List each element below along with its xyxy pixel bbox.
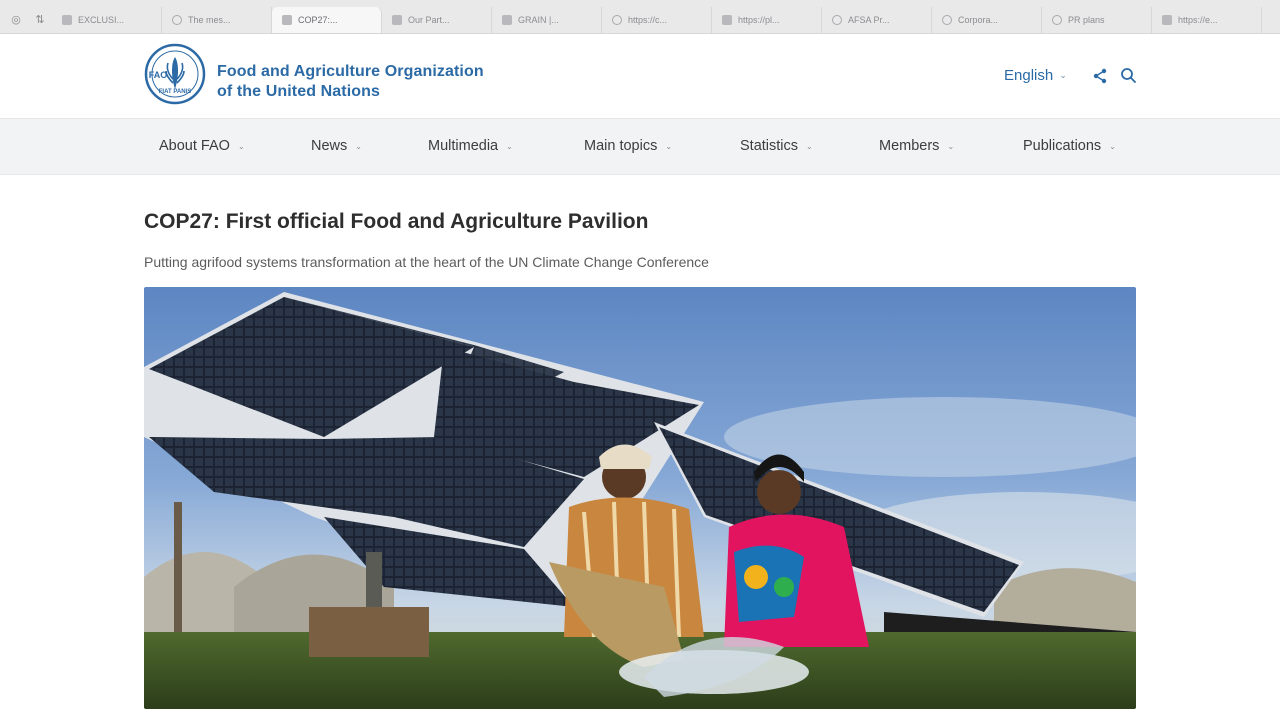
browser-tab[interactable]: AFSA Pr... <box>822 7 932 33</box>
org-name-line1: Food and Agriculture Organization <box>217 63 484 80</box>
chevron-down-icon: ⌄ <box>506 141 513 151</box>
chevron-down-icon: ⌄ <box>237 141 245 151</box>
solar-panels-farmers-illustration <box>144 292 1136 709</box>
page-icon <box>1162 15 1172 25</box>
page-icon <box>62 15 72 25</box>
svg-text:FIAT PANIS: FIAT PANIS <box>159 89 191 95</box>
nav-item-about-fao[interactable]: About FAO ⌄ <box>159 138 245 154</box>
browser-tab[interactable]: GRAIN |... <box>492 7 602 33</box>
browser-tab[interactable]: PR plans <box>1042 7 1152 33</box>
nav-label: Statistics <box>740 138 799 154</box>
fao-logo[interactable]: FIAT PANIS FAO <box>144 43 206 105</box>
circle-icon <box>1052 15 1062 25</box>
language-selector[interactable]: English ⌄ <box>1004 67 1067 84</box>
tab-overview-icon[interactable]: ◎ <box>4 5 28 33</box>
page-icon <box>282 15 292 25</box>
chevron-down-icon: ⌄ <box>1109 141 1116 151</box>
chevron-down-icon: ⌄ <box>806 141 813 151</box>
language-label: English <box>1004 67 1054 84</box>
wordpress-icon <box>832 15 842 25</box>
page-icon <box>392 15 402 25</box>
browser-tab[interactable]: EXCLUSI... <box>52 7 162 33</box>
globe-icon <box>172 15 182 25</box>
site-header: FIAT PANIS FAO Food and Agriculture Orga… <box>0 34 1280 118</box>
nav-item-main-topics[interactable]: Main topics ⌄ <box>584 138 672 154</box>
fao-emblem-icon: FIAT PANIS FAO <box>144 43 206 105</box>
browser-tab[interactable]: Corpora... <box>932 7 1042 33</box>
page-subtitle: Putting agrifood systems transformation … <box>144 254 709 270</box>
nav-item-multimedia[interactable]: Multimedia ⌄ <box>428 138 513 154</box>
page-icon <box>502 15 512 25</box>
nav-label: Publications <box>1023 138 1102 154</box>
share-icon[interactable] <box>1092 68 1108 84</box>
nav-item-members[interactable]: Members ⌄ <box>879 138 954 154</box>
nav-label: Multimedia <box>428 138 499 154</box>
nav-item-statistics[interactable]: Statistics ⌄ <box>740 138 813 154</box>
organization-name[interactable]: Food and Agriculture Organization of the… <box>217 62 484 102</box>
nav-label: News <box>311 138 348 154</box>
browser-tab[interactable]: The mes... <box>162 7 272 33</box>
browser-tab[interactable]: Our Part... <box>382 7 492 33</box>
page-title: COP27: First official Food and Agricultu… <box>144 210 649 233</box>
main-navigation: About FAO ⌄ News ⌄ Multimedia ⌄ Main topics… <box>0 118 1280 175</box>
search-icon[interactable] <box>1120 67 1137 84</box>
nav-label: About FAO <box>159 138 230 154</box>
globe-icon <box>942 15 952 25</box>
nav-item-publications[interactable]: Publications ⌄ <box>1023 138 1116 154</box>
chevron-down-icon: ⌄ <box>1059 70 1067 80</box>
nav-label: Members <box>879 138 940 154</box>
chevron-down-icon: ⌄ <box>947 141 955 151</box>
wordpress-icon <box>612 15 622 25</box>
pinned-tab-icon[interactable]: ⇅ <box>28 5 52 33</box>
logo-text: FAO <box>149 70 168 80</box>
browser-tab-active[interactable]: COP27:... <box>272 7 382 33</box>
browser-tab[interactable]: https://e... <box>1152 7 1262 33</box>
chevron-down-icon: ⌄ <box>355 141 362 151</box>
hero-image <box>144 287 1136 709</box>
nav-item-news[interactable]: News ⌄ <box>311 138 362 154</box>
nav-label: Main topics <box>584 138 658 154</box>
browser-tab[interactable]: https://c... <box>602 7 712 33</box>
page-icon <box>722 15 732 25</box>
browser-tab-strip: ◎ ⇅ EXCLUSI... The mes... COP27:... Our … <box>0 0 1280 34</box>
browser-tab[interactable]: https://pl... <box>712 7 822 33</box>
chevron-down-icon: ⌄ <box>665 141 673 151</box>
org-name-line2: of the United Nations <box>217 83 380 100</box>
